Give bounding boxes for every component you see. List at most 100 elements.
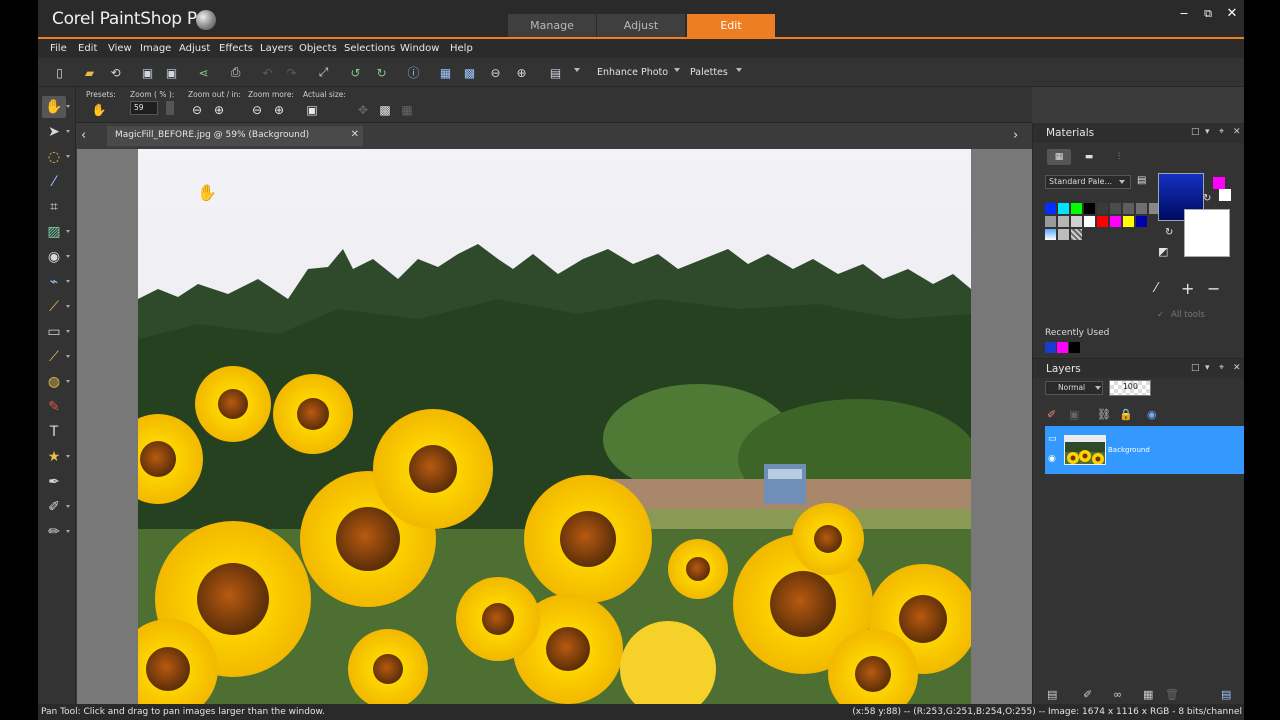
layers-float-icon[interactable]: □: [1191, 363, 1200, 373]
color-swatch[interactable]: [1045, 203, 1056, 214]
straighten-tool-icon[interactable]: ▨: [42, 221, 66, 243]
materials-close-icon[interactable]: ✕: [1233, 127, 1241, 137]
save-as-icon[interactable]: ▣: [164, 65, 179, 80]
zoom-input[interactable]: 59: [130, 101, 158, 115]
redo-icon[interactable]: ↷: [284, 65, 299, 80]
script-icon[interactable]: ▤: [548, 65, 563, 80]
new-raster-layer-icon[interactable]: ▤: [1047, 688, 1057, 701]
selection-tool-caret-icon[interactable]: [66, 155, 70, 158]
menu-file[interactable]: File: [50, 43, 67, 54]
color-swatch[interactable]: [1110, 216, 1121, 227]
swatches-tab-icon[interactable]: ⫶: [1107, 149, 1131, 165]
tab-adjust[interactable]: Adjust: [597, 14, 685, 38]
color-swatch[interactable]: [1110, 203, 1121, 214]
layer-brush-icon[interactable]: ✐: [1047, 408, 1056, 421]
background-color-box[interactable]: [1184, 209, 1230, 257]
color-swatch[interactable]: [1071, 216, 1082, 227]
color-swatch[interactable]: [1136, 216, 1147, 227]
paint-brush-tool-icon[interactable]: ⟋: [42, 296, 66, 318]
menu-objects[interactable]: Objects: [299, 43, 337, 54]
flood-fill-tool-icon[interactable]: ◍: [42, 371, 66, 393]
actual-size-icon[interactable]: ▣: [305, 103, 319, 117]
enhance-photo-menu[interactable]: Enhance Photo: [597, 67, 668, 78]
delete-layer-icon[interactable]: 🗑: [1165, 688, 1179, 701]
layer-row-background[interactable]: ▭ ◉ Background: [1045, 426, 1244, 474]
browse-icon[interactable]: ⟲: [108, 65, 123, 80]
flood-fill-tool-caret-icon[interactable]: [66, 380, 70, 383]
red-eye-tool-caret-icon[interactable]: [66, 255, 70, 258]
color-swatch[interactable]: [1097, 203, 1108, 214]
pen-tool-icon[interactable]: ✒: [42, 471, 66, 493]
materials-float-icon[interactable]: □: [1191, 127, 1200, 137]
zoom-in-icon[interactable]: ⊕: [212, 103, 226, 117]
tab-edit[interactable]: Edit: [687, 14, 775, 38]
crop-tool-icon[interactable]: ⌗: [42, 196, 66, 218]
makeover-tool-caret-icon[interactable]: [66, 280, 70, 283]
print-icon[interactable]: ⎙: [228, 65, 243, 80]
zoom-more-out-icon[interactable]: ⊖: [250, 103, 264, 117]
menu-layers[interactable]: Layers: [260, 43, 293, 54]
open-folder-icon[interactable]: ▰: [82, 65, 97, 80]
info-icon[interactable]: ⓘ: [406, 65, 421, 80]
color-swatch[interactable]: [1136, 203, 1147, 214]
swap-colors-icon[interactable]: ↻: [1203, 193, 1211, 204]
eraser-tool-caret-icon[interactable]: [66, 330, 70, 333]
warp-brush-tool-caret-icon[interactable]: [66, 505, 70, 508]
rotate-left-icon[interactable]: ↺: [348, 65, 363, 80]
layers-close-icon[interactable]: ✕: [1233, 363, 1241, 373]
palette-options-icon[interactable]: ▤: [1137, 175, 1146, 186]
preset-shape-tool-caret-icon[interactable]: [66, 455, 70, 458]
eraser-tool-icon[interactable]: ▭: [42, 321, 66, 343]
menu-effects[interactable]: Effects: [219, 43, 253, 54]
color-swatch[interactable]: [1123, 216, 1134, 227]
color-swatch[interactable]: [1084, 203, 1095, 214]
new-mask-layer-icon[interactable]: ∞: [1113, 688, 1122, 701]
preset-shape-tool-icon[interactable]: ★: [42, 446, 66, 468]
mesh-warp-tool-icon[interactable]: ✏: [42, 521, 66, 543]
remove-swatch-icon[interactable]: −: [1207, 279, 1220, 298]
dodge-tool-icon[interactable]: ⟋: [42, 346, 66, 368]
red-eye-tool-icon[interactable]: ◉: [42, 246, 66, 268]
fit-all-icon[interactable]: ▦: [400, 103, 414, 117]
new-vector-layer-icon[interactable]: ✐: [1083, 688, 1092, 701]
fit-icon[interactable]: ▩: [378, 103, 392, 117]
layers-menu-icon[interactable]: ▾: [1205, 363, 1210, 373]
layer-mask-icon[interactable]: ▣: [1069, 408, 1079, 421]
enhance-photo-dropdown-icon[interactable]: [674, 68, 680, 72]
opacity-input[interactable]: 100: [1109, 380, 1151, 396]
foreground-mini-swatch[interactable]: [1213, 177, 1225, 189]
paint-brush-tool-caret-icon[interactable]: [66, 305, 70, 308]
mesh-warp-tool-caret-icon[interactable]: [66, 530, 70, 533]
makeover-tool-icon[interactable]: ⌁: [42, 271, 66, 293]
layers-pin-icon[interactable]: ⌖: [1219, 363, 1224, 373]
dodge-tool-caret-icon[interactable]: [66, 355, 70, 358]
recent-color-swatch[interactable]: [1069, 342, 1080, 353]
sunflower-photo[interactable]: [138, 149, 971, 704]
recent-color-swatch[interactable]: [1045, 342, 1056, 353]
minimize-button[interactable]: ‒: [1174, 6, 1194, 22]
gradient-swatch[interactable]: [1045, 229, 1056, 240]
save-icon[interactable]: ▣: [140, 65, 155, 80]
materials-pin-icon[interactable]: ⌖: [1219, 127, 1224, 137]
materials-menu-icon[interactable]: ▾: [1205, 127, 1210, 137]
menu-selections[interactable]: Selections: [344, 43, 395, 54]
gray-swatch[interactable]: [1058, 229, 1069, 240]
pattern-swatch[interactable]: [1071, 229, 1082, 240]
menu-adjust[interactable]: Adjust: [179, 43, 210, 54]
text-tool-icon[interactable]: T: [42, 421, 66, 443]
straighten-tool-caret-icon[interactable]: [66, 230, 70, 233]
zoom-stepper[interactable]: [166, 101, 174, 115]
menu-view[interactable]: View: [108, 43, 132, 54]
background-mini-swatch[interactable]: [1219, 189, 1231, 201]
tab-scroll-left-icon[interactable]: ‹: [81, 128, 86, 143]
menu-window[interactable]: Window: [400, 43, 439, 54]
frame-tab-icon[interactable]: ▦: [1047, 149, 1071, 165]
reset-colors-icon[interactable]: ◩: [1158, 245, 1168, 258]
pick-tool-caret-icon[interactable]: [66, 130, 70, 133]
color-swatch[interactable]: [1045, 216, 1056, 227]
warp-brush-tool-icon[interactable]: ✐: [42, 496, 66, 518]
tab-scroll-right-icon[interactable]: ›: [1013, 128, 1018, 143]
pick-tool-icon[interactable]: ➤: [42, 121, 66, 143]
undo-icon[interactable]: ↶: [260, 65, 275, 80]
rotate-right-icon[interactable]: ↻: [374, 65, 389, 80]
